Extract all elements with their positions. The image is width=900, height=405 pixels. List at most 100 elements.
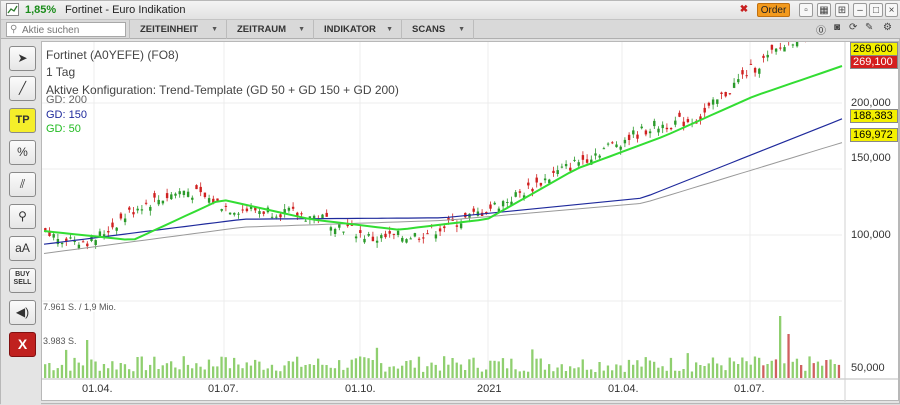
candle-body [241, 209, 244, 211]
volume-bar [392, 366, 395, 378]
volume-bar [800, 365, 803, 378]
minimize-icon[interactable]: – [853, 3, 867, 17]
volume-bar [56, 368, 59, 378]
volume-bar [623, 371, 626, 378]
volume-bar [413, 367, 416, 378]
candle-body [77, 244, 81, 249]
percent-tool-button[interactable]: % [9, 140, 36, 165]
volume-bar [367, 358, 370, 378]
volume-bar [753, 356, 757, 378]
volume-label-max: 7.961 S. / 1,9 Mio. [43, 302, 117, 312]
zoom-icon[interactable]: ⚲ [9, 204, 36, 229]
menu-scans[interactable]: SCANS ▼ [401, 20, 474, 39]
info-icon[interactable]: ⓪ [816, 22, 826, 37]
candle-body [207, 198, 211, 203]
menu-zeitraum-label: ZEITRAUM [237, 24, 287, 35]
volume-bar [543, 369, 547, 378]
volume-bar [703, 366, 706, 378]
close-chart-icon[interactable]: ✖ [738, 3, 750, 17]
candle-body [191, 197, 194, 200]
text-tool-button[interactable]: aA [9, 236, 36, 261]
link-icon[interactable]: ⊞ [835, 3, 849, 17]
volume-bar [636, 360, 639, 378]
candle-body [392, 233, 396, 235]
volume-bar [136, 357, 139, 378]
volume-bar [535, 358, 538, 378]
volume-bar [619, 365, 622, 378]
volume-bar [657, 367, 660, 378]
volume-bar [745, 361, 748, 378]
volume-bar [695, 362, 698, 378]
parallel-lines-icon[interactable]: ⫽ [9, 172, 36, 197]
camera-icon[interactable]: ◙ [834, 22, 840, 33]
volume-bar [598, 362, 601, 378]
tile-icon[interactable]: ▦ [817, 3, 831, 17]
volume-bar [258, 361, 261, 378]
gd50-legend: GD: 50 [46, 123, 81, 135]
volume-bar [716, 363, 719, 378]
volume-bar [296, 356, 299, 378]
candle-body [707, 102, 711, 106]
menu-indikator[interactable]: INDIKATOR ▼ [313, 20, 401, 39]
candle-body [140, 209, 144, 211]
candle-body [165, 193, 169, 199]
candle-body [384, 233, 387, 238]
volume-bar [611, 370, 614, 378]
volume-bar [590, 369, 593, 378]
window-icon[interactable]: ▫ [799, 3, 813, 17]
candle-body [405, 239, 408, 243]
candle-body [220, 209, 223, 211]
close-window-icon[interactable]: × [885, 3, 898, 17]
volume-bar [762, 365, 765, 378]
volume-bar [506, 368, 509, 378]
candle-body [602, 148, 606, 150]
settings-icon[interactable]: ⚙ [883, 22, 892, 33]
volume-bar [690, 371, 694, 378]
sell-label: SELL [13, 279, 32, 286]
volume-bar [44, 364, 47, 378]
candle-body [489, 204, 492, 209]
volume-bar [468, 359, 471, 378]
volume-bar [287, 361, 290, 378]
volume-bar [422, 371, 425, 378]
buy-sell-button[interactable]: BUY SELL [9, 268, 36, 293]
candle-body [300, 213, 303, 215]
menu-zeiteinheit-label: ZEITEINHEIT [140, 24, 199, 35]
volume-bar [825, 360, 828, 378]
volume-bar [632, 364, 635, 378]
volume-bar [678, 370, 681, 378]
candle-body [396, 230, 400, 235]
volume-bar [266, 368, 269, 378]
candle-body [287, 207, 291, 211]
menu-zeitraum[interactable]: ZEITRAUM ▼ [226, 20, 313, 39]
volume-bar [724, 370, 727, 378]
maximize-icon[interactable]: □ [869, 3, 883, 17]
candle-body [711, 99, 715, 105]
search-input[interactable] [22, 24, 122, 36]
price-chart[interactable]: Fortinet (A0YEFE) (FO8) 1 Tag Aktive Kon… [41, 41, 900, 402]
order-button[interactable]: Order [757, 3, 790, 17]
sound-icon[interactable]: ◀) [9, 300, 36, 325]
drawing-icon[interactable]: ✎ [865, 22, 873, 33]
menu-zeiteinheit[interactable]: ZEITEINHEIT ▼ [129, 20, 226, 39]
cursor-tool-icon[interactable]: ➤ [9, 46, 36, 71]
candle-body [422, 237, 425, 239]
stock-search-box[interactable]: ⚲ [6, 22, 126, 37]
volume-bar [77, 362, 80, 378]
volume-bar [480, 371, 484, 378]
candle-body [98, 231, 102, 237]
search-icon: ⚲ [10, 24, 18, 35]
candle-body [619, 146, 622, 150]
candle-body [107, 231, 110, 233]
sync-icon[interactable]: ⟳ [849, 22, 857, 33]
volume-bar [766, 364, 769, 378]
menu-bar: ⚲ ZEITEINHEIT ▼ ZEITRAUM ▼ INDIKATOR ▼ SCAN… [1, 20, 900, 39]
volume-bar [648, 360, 652, 378]
volume-bar [485, 369, 488, 378]
delete-button[interactable]: X [9, 332, 36, 357]
tp-button[interactable]: TP [9, 108, 36, 133]
volume-bar [455, 362, 458, 378]
trendline-tool-icon[interactable]: ╱ [9, 76, 36, 101]
candle-body [535, 177, 538, 183]
candle-body [199, 186, 202, 193]
